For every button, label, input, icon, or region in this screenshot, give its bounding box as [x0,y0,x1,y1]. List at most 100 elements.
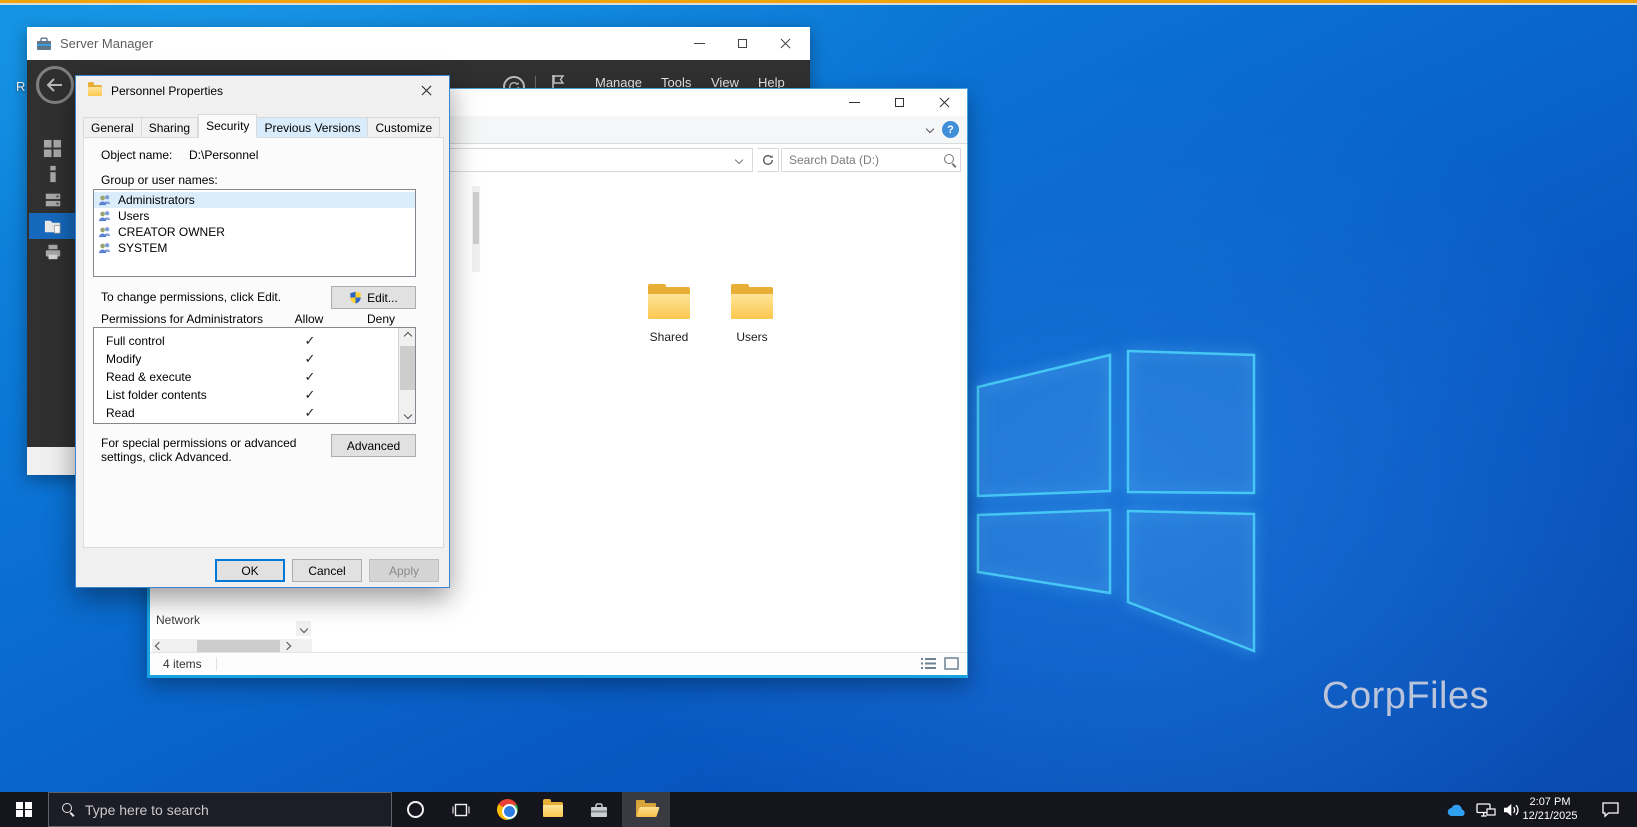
task-view-button[interactable] [438,792,484,827]
cortana-button[interactable] [392,792,438,827]
onedrive-tray-button[interactable] [1443,792,1469,827]
server-manager-app-icon [37,37,51,50]
dialog-titlebar[interactable]: Personnel Properties [76,76,449,105]
explorer-maximize-button[interactable] [877,89,922,116]
deny-header: Deny [366,312,395,326]
tab-customize[interactable]: Customize [368,117,441,138]
scroll-left-button[interactable] [152,639,166,653]
local-server-icon [49,165,56,183]
group-users-icon [99,211,111,222]
file-explorer-icon [543,799,563,817]
screen: CorpFiles R Server Manager Manage Tools … [0,0,1637,827]
group-name: CREATOR OWNER [118,225,225,239]
permissions-listbox[interactable]: Full control ✓ Modify ✓ Read & execute ✓… [93,327,416,424]
details-view-icon[interactable] [921,657,936,670]
search-box[interactable] [781,148,961,172]
dialog-close-button[interactable] [404,76,449,105]
taskbar-search-box[interactable] [48,792,392,827]
minimize-icon [694,43,705,44]
permission-row[interactable]: Read & execute ✓ [94,368,415,386]
group-row-creator-owner[interactable]: CREATOR OWNER [94,224,415,240]
scrollbar-thumb[interactable] [400,346,415,390]
action-center-button[interactable] [1597,792,1623,827]
chrome-button[interactable] [484,792,530,827]
nav-local-server[interactable] [29,161,76,187]
group-name: Administrators [118,193,195,207]
tab-security[interactable]: Security [198,114,258,138]
nav-pane-scrollbar[interactable] [472,186,480,272]
tab-sharing[interactable]: Sharing [141,117,199,138]
advanced-button-label: Advanced [346,438,401,453]
permission-row[interactable]: List folder contents ✓ [94,386,415,404]
server-manager-content-fragment [27,447,76,475]
clock[interactable]: 2:07 PM 12/21/2025 [1517,795,1583,823]
group-users-icon [99,195,111,206]
group-row-users[interactable]: Users [94,208,415,224]
scroll-down-button[interactable] [399,407,416,423]
permission-row[interactable]: Modify ✓ [94,350,415,368]
scroll-right-button[interactable] [280,639,294,653]
network-tray-button[interactable] [1473,792,1499,827]
server-manager-title: Server Manager [60,36,154,51]
scrollbar-thumb[interactable] [197,640,280,652]
taskbar: 2:07 PM 12/21/2025 [0,792,1637,827]
search-input[interactable] [782,153,944,167]
group-user-listbox[interactable]: Administrators Users CREATOR OWNER SYSTE… [93,189,416,277]
active-folder-window-button[interactable] [622,792,670,827]
explorer-close-button[interactable] [922,89,967,116]
folder-icon [88,82,102,96]
nav-file-storage-services[interactable] [29,213,76,239]
file-explorer-button[interactable] [530,792,576,827]
sm-maximize-button[interactable] [721,27,764,60]
folder-icon [648,284,690,319]
search-icon[interactable] [944,153,954,167]
nav-all-servers[interactable] [29,187,76,213]
ribbon-expand-chevron-icon[interactable] [925,124,935,134]
chevron-up-icon [403,331,412,341]
permissions-scrollbar[interactable] [398,328,415,423]
nav-scroll-down-button[interactable] [296,621,311,636]
cortana-icon [406,801,424,818]
refresh-button[interactable] [757,148,779,172]
large-icons-view-icon[interactable] [944,657,959,670]
help-icon[interactable] [942,121,959,138]
apply-button-disabled[interactable]: Apply [369,559,439,582]
tab-general[interactable]: General [83,117,142,138]
scroll-up-button[interactable] [399,328,416,344]
nav-item-network[interactable]: Network [156,613,200,627]
nav-horizontal-scrollbar[interactable] [152,639,312,653]
taskbar-search-input[interactable] [85,801,355,818]
explorer-minimize-button[interactable] [832,89,877,116]
advanced-hint-line2: settings, click Advanced. [101,450,232,464]
advanced-button[interactable]: Advanced [331,434,416,457]
address-dropdown-icon[interactable] [734,155,744,165]
refresh-icon [762,155,773,165]
permission-row[interactable]: Full control ✓ [94,332,415,350]
group-row-system[interactable]: SYSTEM [94,240,415,256]
start-button[interactable] [0,792,48,827]
maximize-icon [895,98,904,107]
group-users-icon [99,227,111,238]
sm-close-button[interactable] [764,27,807,60]
server-manager-titlebar[interactable]: Server Manager [27,27,810,60]
desktop-icon-label-fragment: R [16,79,26,94]
nav-dashboard[interactable] [29,135,76,161]
group-row-administrators[interactable]: Administrators [94,192,415,208]
tab-previous-versions[interactable]: Previous Versions [257,117,369,138]
windows-hero-logo [976,349,1256,653]
folder-item-users[interactable]: Users [714,284,790,344]
permission-name: List folder contents [106,388,207,402]
nav-print-services[interactable] [29,239,76,265]
cancel-button[interactable]: Cancel [292,559,362,582]
ok-button[interactable]: OK [215,559,285,582]
folder-item-shared[interactable]: Shared [631,284,707,344]
edit-button-label: Edit... [367,290,398,305]
permission-row[interactable]: Read ✓ [94,404,415,422]
item-count: 4 items [163,657,202,671]
server-manager-icon [591,802,607,817]
sm-minimize-button[interactable] [678,27,721,60]
back-button[interactable] [36,66,74,104]
server-manager-button[interactable] [576,792,622,827]
edit-button[interactable]: Edit... [331,286,416,309]
task-view-icon [452,803,470,816]
